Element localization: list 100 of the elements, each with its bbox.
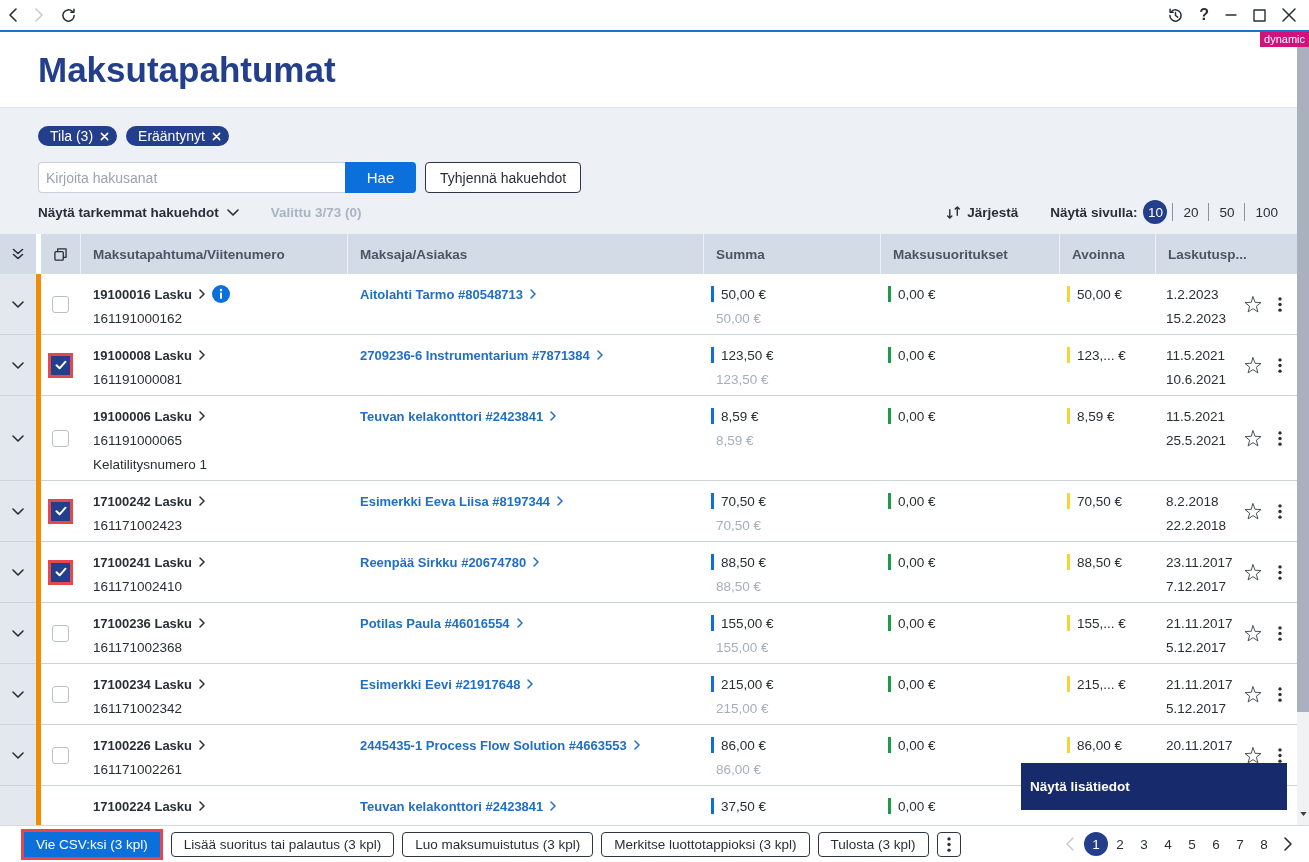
invoice-link[interactable]: 19100016 Lasku xyxy=(93,286,206,302)
customer-link[interactable]: Reenpää Sirkku #20674780 xyxy=(360,554,540,570)
filter-chip[interactable]: Tila (3) xyxy=(38,126,118,146)
info-icon[interactable] xyxy=(212,285,231,303)
customer-link[interactable]: Teuvan kelakonttori #2423841 xyxy=(360,408,557,424)
remove-icon[interactable] xyxy=(212,131,221,141)
kebab-menu-icon[interactable] xyxy=(1278,430,1282,446)
customer-link[interactable]: Esimerkki Eeva Liisa #8197344 xyxy=(360,493,564,509)
invoice-link[interactable]: 19100008 Lasku xyxy=(93,347,206,363)
page-button[interactable]: 1 xyxy=(1084,832,1108,856)
reload-icon[interactable] xyxy=(61,7,76,23)
kebab-menu-icon[interactable] xyxy=(1278,564,1282,580)
expand-cell[interactable] xyxy=(0,725,36,786)
action-button[interactable]: Tulosta (3 kpl) xyxy=(817,831,929,857)
row-checkbox[interactable] xyxy=(48,498,73,524)
invoice-link[interactable]: 17100241 Lasku xyxy=(93,554,206,570)
sort-button[interactable]: Järjestä xyxy=(946,204,1019,220)
customer-link[interactable]: 2445435-1 Process Flow Solution #4663553 xyxy=(360,737,640,753)
page-button[interactable]: 7 xyxy=(1228,832,1252,856)
expand-all-icon[interactable] xyxy=(12,248,24,260)
row-checkbox[interactable] xyxy=(52,746,69,764)
customer-link[interactable]: Teuvan kelakonttori #2423841 xyxy=(360,798,557,814)
page-button[interactable]: 2 xyxy=(1108,832,1132,856)
back-icon[interactable] xyxy=(9,8,17,22)
star-icon[interactable] xyxy=(1244,624,1262,642)
invoice-link[interactable]: 17100242 Lasku xyxy=(93,493,206,509)
invoice-link[interactable]: 17100224 Lasku xyxy=(93,798,206,814)
scroll-down-icon[interactable] xyxy=(1299,812,1307,816)
star-icon[interactable] xyxy=(1244,429,1262,447)
page-size-option[interactable]: 100 xyxy=(1250,200,1283,224)
page-button[interactable]: 4 xyxy=(1156,832,1180,856)
clear-filters-button[interactable]: Tyhjennä hakuehdot xyxy=(425,162,582,193)
expand-cell[interactable] xyxy=(0,396,36,481)
next-page-icon[interactable] xyxy=(1284,837,1292,851)
maximize-icon[interactable] xyxy=(1253,8,1266,22)
expand-cell[interactable] xyxy=(0,664,36,725)
chevron-down-icon[interactable] xyxy=(12,690,24,698)
expand-cell[interactable] xyxy=(0,481,36,542)
star-icon[interactable] xyxy=(1244,563,1262,581)
history-icon[interactable] xyxy=(1168,7,1184,23)
invoice-link[interactable]: 17100226 Lasku xyxy=(93,737,206,753)
filter-chip[interactable]: Erääntynyt xyxy=(126,126,229,146)
kebab-menu-icon[interactable] xyxy=(1278,625,1282,641)
customer-link[interactable]: Esimerkki Eevi #21917648 xyxy=(360,676,534,692)
invoice-link[interactable]: 17100236 Lasku xyxy=(93,615,206,631)
star-icon[interactable] xyxy=(1244,685,1262,703)
star-icon[interactable] xyxy=(1244,746,1262,764)
action-button[interactable]: Luo maksumuistutus (3 kpl) xyxy=(402,831,594,857)
customer-link[interactable]: Potilas Paula #46016554 xyxy=(360,615,523,631)
page-button[interactable]: 3 xyxy=(1132,832,1156,856)
star-icon[interactable] xyxy=(1244,502,1262,520)
page-size-option[interactable]: 20 xyxy=(1178,200,1204,224)
star-icon[interactable] xyxy=(1244,295,1262,313)
chevron-right-icon xyxy=(596,350,603,360)
chevron-down-icon[interactable] xyxy=(12,751,24,759)
row-checkbox[interactable] xyxy=(52,429,69,447)
more-actions-button[interactable] xyxy=(936,831,961,857)
chevron-down-icon[interactable] xyxy=(12,300,24,308)
export-button[interactable]: Vie CSV:ksi (3 kpl) xyxy=(21,828,163,860)
remove-icon[interactable] xyxy=(100,131,110,141)
expand-cell[interactable] xyxy=(0,274,36,335)
close-icon[interactable] xyxy=(1282,8,1296,22)
page-button[interactable]: 6 xyxy=(1204,832,1228,856)
expand-cell[interactable] xyxy=(0,542,36,603)
amount-secondary: 123,50 € xyxy=(715,371,769,387)
row-checkbox[interactable] xyxy=(52,624,69,642)
action-button[interactable]: Lisää suoritus tai palautus (3 kpl) xyxy=(170,831,395,857)
row-checkbox[interactable] xyxy=(48,559,73,585)
action-button[interactable]: Merkitse luottotappioksi (3 kpl) xyxy=(601,831,810,857)
search-field[interactable]: Kirjoita hakusanat xyxy=(38,162,345,193)
help-button[interactable]: ? xyxy=(1199,7,1209,23)
expand-cell[interactable] xyxy=(0,603,36,664)
customer-link[interactable]: 2709236-6 Instrumentarium #7871384 xyxy=(360,347,603,363)
advanced-search-toggle[interactable]: Näytä tarkemmat hakuehdot xyxy=(38,204,239,220)
kebab-menu-icon[interactable] xyxy=(1278,503,1282,519)
row-checkbox[interactable] xyxy=(52,295,69,313)
row-checkbox[interactable] xyxy=(48,352,73,378)
chevron-down-icon[interactable] xyxy=(12,568,24,576)
invoice-link[interactable]: 19100006 Lasku xyxy=(93,408,206,424)
row-checkbox[interactable] xyxy=(52,685,69,703)
page-button[interactable]: 8 xyxy=(1252,832,1276,856)
page-button[interactable]: 5 xyxy=(1180,832,1204,856)
page-size-option[interactable]: 50 xyxy=(1214,200,1240,224)
minimize-icon[interactable] xyxy=(1225,14,1237,16)
kebab-menu-icon[interactable] xyxy=(1278,357,1282,373)
kebab-menu-icon[interactable] xyxy=(1278,296,1282,312)
search-button[interactable]: Hae xyxy=(345,162,416,193)
star-icon[interactable] xyxy=(1244,356,1262,374)
chevron-down-icon[interactable] xyxy=(12,434,24,442)
chevron-down-icon[interactable] xyxy=(12,507,24,515)
expand-cell[interactable] xyxy=(0,335,36,396)
customer-link[interactable]: Aitolahti Tarmo #80548713 xyxy=(360,286,537,302)
stacked-squares-icon[interactable] xyxy=(54,247,67,261)
page-size-option[interactable]: 10 xyxy=(1143,200,1168,224)
chevron-down-icon[interactable] xyxy=(12,361,24,369)
kebab-menu-icon[interactable] xyxy=(1278,747,1282,763)
invoice-link[interactable]: 17100234 Lasku xyxy=(93,676,206,692)
chevron-down-icon[interactable] xyxy=(12,629,24,637)
amount: 0,00 € xyxy=(898,493,936,509)
kebab-menu-icon[interactable] xyxy=(1278,686,1282,702)
